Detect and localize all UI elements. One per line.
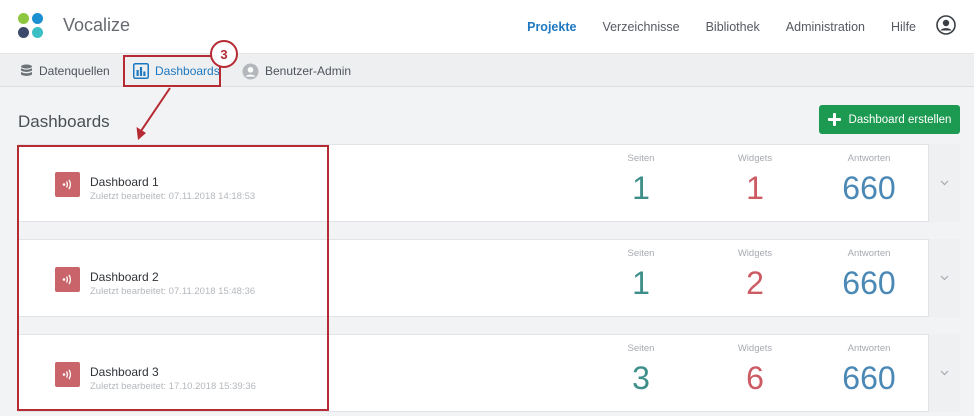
metric-value-answers: 660 bbox=[842, 360, 896, 396]
logo-dot-blue bbox=[32, 13, 43, 24]
metric-label-answers: Antworten bbox=[847, 153, 891, 164]
metric-pages: Seiten 1 bbox=[591, 153, 691, 208]
logo-dot-teal bbox=[32, 27, 43, 38]
topnav-item-hilfe[interactable]: Hilfe bbox=[891, 20, 916, 34]
annotation-highlight-dashboard-list bbox=[17, 145, 329, 411]
metric-widgets: Widgets 2 bbox=[705, 248, 805, 303]
vocalize-logo[interactable] bbox=[18, 13, 44, 39]
expand-button[interactable] bbox=[928, 144, 960, 222]
expand-button[interactable] bbox=[928, 334, 960, 412]
metric-answers: Antworten 660 bbox=[819, 343, 919, 398]
chevron-down-icon bbox=[940, 275, 949, 281]
subnav-item-benutzer-admin[interactable]: Benutzer-Admin bbox=[242, 61, 351, 81]
app-name: Vocalize bbox=[63, 15, 131, 35]
user-icon bbox=[242, 63, 259, 79]
expand-button[interactable] bbox=[928, 239, 960, 317]
metric-value-pages: 1 bbox=[632, 265, 650, 301]
metric-widgets: Widgets 1 bbox=[705, 153, 805, 208]
metric-label-pages: Seiten bbox=[627, 343, 655, 354]
metric-value-answers: 660 bbox=[842, 265, 896, 301]
metric-value-widgets: 2 bbox=[746, 265, 764, 301]
metric-pages: Seiten 1 bbox=[591, 248, 691, 303]
topnav-item-verzeichnisse[interactable]: Verzeichnisse bbox=[602, 20, 679, 34]
metric-label-pages: Seiten bbox=[627, 153, 655, 164]
annotation-highlight-dashboards-tab bbox=[123, 55, 221, 87]
metric-answers: Antworten 660 bbox=[819, 153, 919, 208]
subnav-label-benutzer-admin: Benutzer-Admin bbox=[265, 64, 352, 78]
metric-value-answers: 660 bbox=[842, 170, 896, 206]
metric-label-answers: Antworten bbox=[847, 248, 891, 259]
create-dashboard-label: Dashboard erstellen bbox=[848, 113, 952, 126]
metric-widgets: Widgets 6 bbox=[705, 343, 805, 398]
metric-value-pages: 1 bbox=[632, 170, 650, 206]
top-navigation: Projekte Verzeichnisse Bibliothek Admini… bbox=[527, 0, 916, 54]
subnav-label-datenquellen: Datenquellen bbox=[39, 64, 110, 78]
metric-value-widgets: 6 bbox=[746, 360, 764, 396]
chevron-down-icon bbox=[940, 180, 949, 186]
metric-label-widgets: Widgets bbox=[737, 248, 773, 259]
page-title: Dashboards bbox=[18, 112, 110, 131]
database-icon bbox=[21, 64, 32, 76]
metric-label-answers: Antworten bbox=[847, 343, 891, 354]
plus-icon bbox=[827, 113, 841, 126]
user-circle-icon[interactable] bbox=[936, 15, 956, 35]
metric-value-pages: 3 bbox=[632, 360, 650, 396]
metric-answers: Antworten 660 bbox=[819, 248, 919, 303]
logo-dot-navy bbox=[18, 27, 29, 38]
topnav-item-projekte[interactable]: Projekte bbox=[527, 20, 576, 34]
metric-label-pages: Seiten bbox=[627, 248, 655, 259]
annotation-step-number: 3 bbox=[210, 40, 238, 68]
create-dashboard-button[interactable]: Dashboard erstellen bbox=[819, 105, 960, 134]
topnav-item-administration[interactable]: Administration bbox=[786, 20, 865, 34]
metric-label-widgets: Widgets bbox=[737, 153, 773, 164]
subnav-item-datenquellen[interactable]: Datenquellen bbox=[20, 61, 110, 81]
metric-label-widgets: Widgets bbox=[737, 343, 773, 354]
chevron-down-icon bbox=[940, 370, 949, 376]
metric-value-widgets: 1 bbox=[746, 170, 764, 206]
metric-pages: Seiten 3 bbox=[591, 343, 691, 398]
logo-dot-green bbox=[18, 13, 29, 24]
top-bar: Vocalize Projekte Verzeichnisse Biblioth… bbox=[0, 0, 974, 54]
topnav-item-bibliothek[interactable]: Bibliothek bbox=[706, 20, 760, 34]
